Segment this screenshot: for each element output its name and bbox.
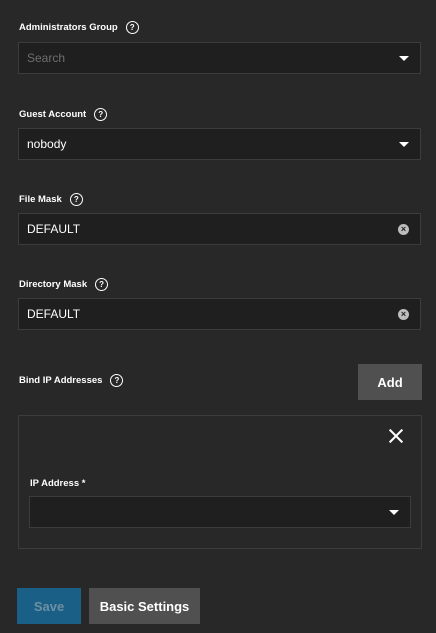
- administrators-group-label-text: Administrators Group: [19, 22, 118, 33]
- add-ip-address-button[interactable]: Add: [358, 364, 422, 400]
- guest-account-value: nobody: [27, 137, 67, 151]
- clear-icon[interactable]: ×: [398, 309, 409, 320]
- file-mask-input[interactable]: DEFAULT ×: [18, 213, 421, 245]
- help-icon[interactable]: ?: [69, 193, 83, 206]
- directory-mask-input[interactable]: DEFAULT ×: [18, 298, 421, 330]
- directory-mask-value: DEFAULT: [27, 307, 81, 321]
- save-button[interactable]: Save: [17, 588, 81, 624]
- smb-advanced-settings-form: Administrators Group ? Search Guest Acco…: [0, 0, 436, 633]
- clear-icon[interactable]: ×: [398, 224, 409, 235]
- guest-account-label-text: Guest Account: [19, 109, 87, 120]
- guest-account-select[interactable]: nobody: [18, 128, 421, 160]
- administrators-group-select[interactable]: Search: [18, 42, 421, 74]
- chevron-down-icon: [399, 56, 409, 61]
- help-icon[interactable]: ?: [94, 108, 108, 121]
- bind-ip-addresses-label-text: Bind IP Addresses: [19, 375, 103, 386]
- administrators-group-label: Administrators Group ?: [19, 21, 139, 34]
- ip-address-select[interactable]: [29, 496, 411, 528]
- administrators-group-placeholder: Search: [27, 51, 66, 65]
- basic-settings-button[interactable]: Basic Settings: [89, 588, 200, 624]
- close-icon[interactable]: [388, 428, 404, 444]
- file-mask-label-text: File Mask: [19, 194, 62, 205]
- file-mask-value: DEFAULT: [27, 222, 81, 236]
- file-mask-label: File Mask ?: [19, 193, 83, 206]
- chevron-down-icon: [389, 510, 399, 515]
- directory-mask-label: Directory Mask ?: [19, 278, 109, 291]
- ip-address-entry-card: IP Address *: [18, 415, 422, 549]
- ip-address-label: IP Address *: [30, 478, 86, 489]
- guest-account-label: Guest Account ?: [19, 108, 108, 121]
- help-icon[interactable]: ?: [125, 21, 139, 34]
- chevron-down-icon: [399, 142, 409, 147]
- help-icon[interactable]: ?: [95, 278, 109, 291]
- help-icon[interactable]: ?: [110, 374, 124, 387]
- directory-mask-label-text: Directory Mask: [19, 279, 88, 290]
- bind-ip-addresses-label: Bind IP Addresses ?: [19, 374, 124, 387]
